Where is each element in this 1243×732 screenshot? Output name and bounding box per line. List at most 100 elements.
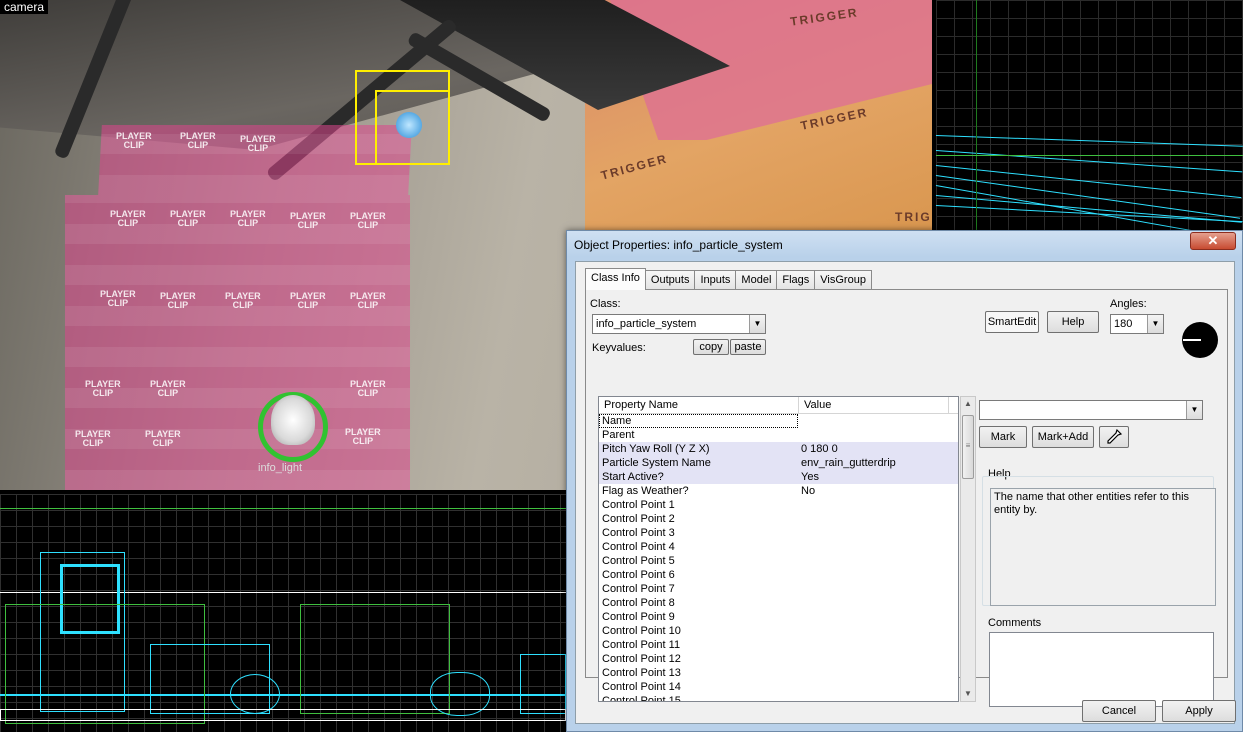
copy-button[interactable]: copy (693, 339, 729, 355)
table-row[interactable]: Control Point 3 (599, 526, 958, 540)
wire-object (300, 604, 450, 714)
top-2d-viewport[interactable] (935, 0, 1243, 240)
clip-label: PLAYER CLIP (240, 134, 276, 153)
scroll-thumb[interactable]: ≡ (962, 415, 974, 479)
smartedit-button[interactable]: SmartEdit (985, 311, 1039, 333)
scroll-up-icon[interactable]: ▲ (961, 397, 975, 411)
dialog-titlebar[interactable]: Object Properties: info_particle_system … (567, 231, 1242, 257)
clip-label: PLAYER CLIP (100, 289, 136, 308)
property-name-cell: Control Point 4 (602, 541, 675, 553)
table-row[interactable]: Parent (599, 428, 958, 442)
property-value-cell (798, 582, 948, 596)
table-row[interactable]: Control Point 6 (599, 568, 958, 582)
tab-model[interactable]: Model (735, 270, 778, 289)
keyvalues-table[interactable]: Property Name Value Name Parent Pitch Yaw … (598, 396, 959, 702)
table-row[interactable]: Control Point 11 (599, 638, 958, 652)
tab-inputs[interactable]: Inputs (694, 270, 737, 289)
table-row[interactable]: Control Point 9 (599, 610, 958, 624)
table-body: Name Parent Pitch Yaw Roll (Y Z X) 0 180 0P… (599, 414, 958, 702)
chevron-down-icon[interactable]: ▼ (1147, 315, 1163, 333)
help-text: The name that other entities refer to th… (990, 488, 1216, 606)
property-name-cell: Parent (602, 429, 635, 441)
property-name-cell: Control Point 3 (602, 527, 675, 539)
paste-button[interactable]: paste (730, 339, 766, 355)
property-value-cell (798, 554, 948, 568)
light-bulb-icon[interactable] (271, 395, 315, 445)
comments-field[interactable] (989, 632, 1214, 707)
property-value-cell (798, 596, 948, 610)
mark-button[interactable]: Mark (979, 426, 1027, 448)
side-2d-viewport[interactable] (0, 494, 566, 732)
clip-label: PLAYER CLIP (110, 209, 146, 228)
column-header-value[interactable]: Value (799, 397, 949, 413)
property-value-cell (798, 498, 948, 512)
tab-flags[interactable]: Flags (776, 270, 816, 289)
close-button[interactable]: ✕ (1190, 232, 1236, 250)
table-row[interactable]: Control Point 13 (599, 666, 958, 680)
property-value-cell (798, 610, 948, 624)
clip-label: PLAYER CLIP (116, 131, 152, 150)
angles-value: 180 (1114, 318, 1133, 330)
mark-add-button[interactable]: Mark+Add (1032, 426, 1094, 448)
tab-strip: Class Info Outputs Inputs Model Flags Vi… (585, 268, 872, 290)
particle-entity-icon[interactable] (396, 112, 422, 138)
property-value-cell (798, 666, 948, 680)
table-row[interactable]: Control Point 12 (599, 652, 958, 666)
table-row[interactable]: Name (599, 414, 958, 428)
property-name-cell: Control Point 8 (602, 597, 675, 609)
tab-class-info[interactable]: Class Info (585, 268, 646, 290)
tab-outputs[interactable]: Outputs (644, 270, 696, 289)
value-select[interactable]: ▼ (979, 400, 1203, 420)
property-name-cell: Flag as Weather? (602, 485, 689, 497)
property-name-cell: Control Point 13 (602, 667, 681, 679)
eyedropper-button[interactable] (1099, 426, 1129, 448)
class-label: Class: (590, 298, 621, 310)
tab-visgroup[interactable]: VisGroup (814, 270, 872, 289)
table-row[interactable]: Control Point 15 (599, 694, 958, 702)
table-row[interactable]: Control Point 4 (599, 540, 958, 554)
property-value-cell (798, 414, 948, 428)
property-value-cell: 0 180 0 (801, 443, 838, 455)
class-info-page: Class: info_particle_system ▼ Keyvalues:… (585, 289, 1228, 707)
table-row[interactable]: Control Point 2 (599, 512, 958, 526)
table-row[interactable]: Control Point 5 (599, 554, 958, 568)
cancel-button[interactable]: Cancel (1082, 700, 1156, 722)
clip-label: PLAYER CLIP (180, 131, 216, 150)
clip-label: PLAYER CLIP (350, 291, 386, 310)
table-row[interactable]: Control Point 7 (599, 582, 958, 596)
table-row[interactable]: Particle System Name env_rain_gutterdrip (599, 456, 958, 470)
property-name-cell: Control Point 5 (602, 555, 675, 567)
property-value-cell (798, 512, 948, 526)
table-row[interactable]: Start Active? Yes (599, 470, 958, 484)
apply-button[interactable]: Apply (1162, 700, 1236, 722)
property-value-cell (798, 680, 948, 694)
clip-label: PLAYER CLIP (170, 209, 206, 228)
wire-object (520, 654, 566, 714)
chevron-down-icon[interactable]: ▼ (749, 315, 765, 333)
property-name-cell: Control Point 15 (602, 695, 681, 702)
clip-label: PLAYER CLIP (225, 291, 261, 310)
property-name-cell: Control Point 12 (602, 653, 681, 665)
angles-select[interactable]: 180 ▼ (1110, 314, 1164, 334)
table-row[interactable]: Flag as Weather? No (599, 484, 958, 498)
property-name-cell: Control Point 14 (602, 681, 681, 693)
scroll-down-icon[interactable]: ▼ (961, 687, 975, 701)
table-row[interactable]: Pitch Yaw Roll (Y Z X) 0 180 0 (599, 442, 958, 456)
help-button[interactable]: Help (1047, 311, 1099, 333)
property-name-cell: Control Point 7 (602, 583, 675, 595)
table-row[interactable]: Control Point 14 (599, 680, 958, 694)
property-value-cell (798, 428, 948, 442)
property-value-cell: Yes (801, 471, 819, 483)
table-scrollbar[interactable]: ▲ ≡ ▼ (960, 396, 976, 702)
column-header-property[interactable]: Property Name (599, 397, 799, 413)
table-row[interactable]: Control Point 10 (599, 624, 958, 638)
viewport-label[interactable]: camera (0, 0, 49, 14)
wire-line (976, 0, 977, 230)
eyedropper-icon (1107, 428, 1123, 444)
chevron-down-icon[interactable]: ▼ (1186, 401, 1202, 419)
table-row[interactable]: Control Point 8 (599, 596, 958, 610)
clip-label: PLAYER CLIP (345, 427, 381, 446)
table-row[interactable]: Control Point 1 (599, 498, 958, 512)
class-select[interactable]: info_particle_system ▼ (592, 314, 766, 334)
property-name-cell: Control Point 9 (602, 611, 675, 623)
